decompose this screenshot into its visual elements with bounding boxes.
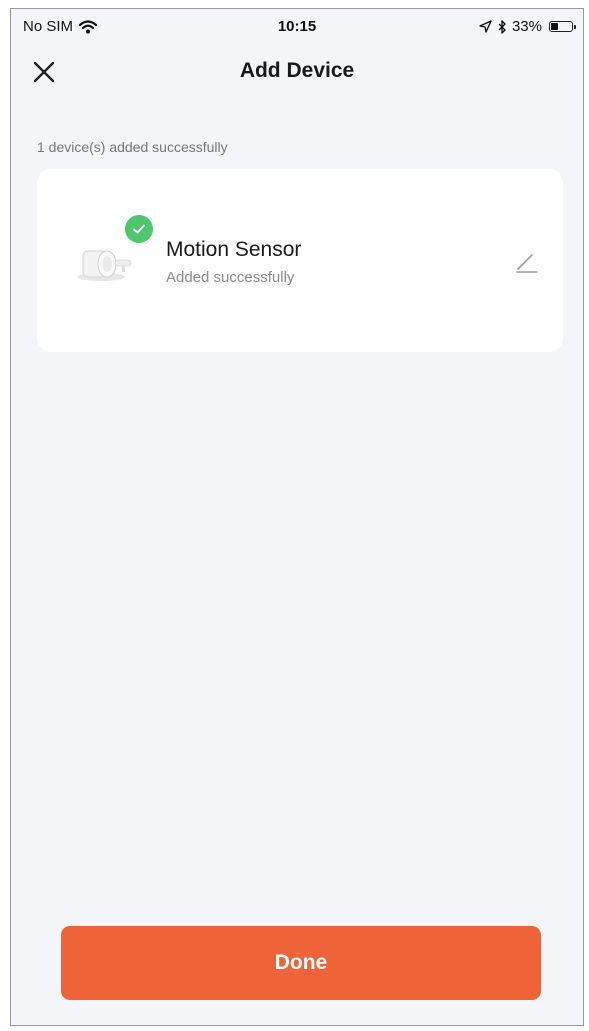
edit-pencil-icon xyxy=(516,254,538,273)
motion-sensor-image xyxy=(77,250,132,281)
battery-level-fill xyxy=(551,23,558,30)
battery-cap xyxy=(574,25,576,29)
checkmark-icon xyxy=(133,224,145,234)
nav-bar: Add Device xyxy=(11,49,583,93)
page-title: Add Device xyxy=(239,59,355,82)
added-summary-text: 1 device(s) added successfully xyxy=(37,139,228,155)
location-arrow-icon xyxy=(479,20,492,33)
device-card: Motion Sensor Added successfully xyxy=(37,169,563,352)
edit-device-name-button[interactable] xyxy=(512,247,540,275)
success-badge xyxy=(123,213,155,245)
done-button[interactable]: Done xyxy=(61,926,541,1000)
device-name: Motion Sensor xyxy=(166,238,302,261)
status-bar: No SIM 10:15 33% xyxy=(11,9,583,43)
battery-percent: 33% xyxy=(511,18,542,35)
device-status: Added successfully xyxy=(166,269,295,286)
battery-icon xyxy=(549,21,576,32)
status-right: 33% xyxy=(479,18,576,35)
app-screen: No SIM 10:15 33% Add Device 1 device(s) … xyxy=(10,8,584,1026)
bluetooth-icon xyxy=(498,19,506,34)
